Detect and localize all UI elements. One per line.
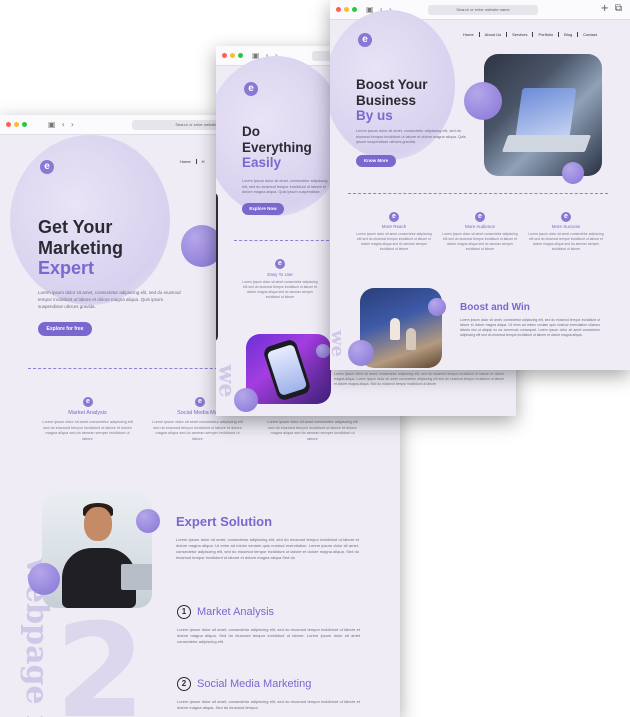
man-laptop-photo bbox=[42, 493, 152, 608]
hero-line1: Boost Your bbox=[356, 77, 428, 92]
photo-circle-top bbox=[136, 509, 160, 533]
window-controls[interactable] bbox=[222, 53, 243, 58]
more-reach-icon: e bbox=[389, 212, 399, 222]
hero-line2: Business bbox=[356, 92, 417, 108]
laptop-circle-left bbox=[464, 82, 502, 120]
new-tab-icon[interactable]: + bbox=[600, 3, 608, 14]
step-title-1: Market Analysis bbox=[197, 606, 275, 618]
more-success-icon: e bbox=[561, 212, 571, 222]
feature-text: Lorem ipsum dolor sit amet consectetur a… bbox=[242, 280, 318, 300]
easy-to-use-icon: e bbox=[275, 259, 285, 269]
page2-divider bbox=[234, 240, 329, 241]
feature-title: More Audience bbox=[464, 224, 496, 229]
hero-line1: Get Your bbox=[38, 217, 113, 237]
page3-lower-text: Lorem ipsum dolor sit amet, consectetur … bbox=[334, 372, 504, 387]
feature-title: More Reach bbox=[381, 224, 407, 229]
forward-icon[interactable]: › bbox=[71, 120, 74, 129]
explore-now-button[interactable]: Explore Now bbox=[242, 203, 284, 215]
page3-address-bar[interactable]: Search or enter website name bbox=[428, 5, 538, 15]
laptop-photo bbox=[484, 54, 602, 176]
step-number-2: 2 bbox=[177, 677, 191, 691]
social-media-icon: e bbox=[195, 397, 205, 407]
page3-watermark: we bbox=[330, 330, 348, 357]
feature-text: Lorem ipsum dolor sit amet consectetur a… bbox=[442, 232, 518, 252]
page3-nav-menu: Home About Us Services Portfolio Blog Co… bbox=[458, 32, 602, 37]
nav-about[interactable]: About Us bbox=[480, 32, 508, 37]
laptop-circle-bottom bbox=[562, 162, 584, 184]
hero-accent: Easily bbox=[242, 155, 282, 171]
window-controls[interactable] bbox=[336, 7, 357, 12]
page1-big-number: 2 bbox=[55, 595, 146, 717]
chess-circle-bottom bbox=[348, 340, 374, 366]
boost-win-text: Lorem ipsum dolor sit amet, consectetur … bbox=[460, 318, 600, 338]
page2-hero-heading: Do Everything Easily bbox=[242, 124, 312, 171]
hero-line1: Do bbox=[242, 124, 260, 139]
feature-title: Easy To Use bbox=[267, 272, 293, 277]
phone-circle-bottom bbox=[234, 388, 258, 412]
page3-hero-heading: Boost Your Business By us bbox=[356, 77, 428, 124]
hero-accent: Expert bbox=[38, 258, 95, 279]
feature-text: Lorem ipsum dolor sit amet consectetur a… bbox=[528, 232, 604, 252]
nav-item[interactable]: H bbox=[197, 159, 210, 164]
window-controls[interactable] bbox=[6, 122, 27, 127]
nav-services[interactable]: Services bbox=[507, 32, 534, 37]
nav-blog[interactable]: Blog bbox=[559, 32, 579, 37]
feature-text: Lorem ipsum dolor sit amet consectetur a… bbox=[356, 232, 432, 252]
page3-window-buttons: + ⧉ bbox=[600, 3, 622, 14]
explore-free-button[interactable]: Explore for free bbox=[38, 322, 92, 336]
back-icon[interactable]: ‹ bbox=[62, 120, 65, 129]
page2-dark-strip bbox=[216, 192, 218, 342]
phone-circle-top bbox=[316, 344, 330, 358]
page2-hero-intro: Lorem ipsum dolor sit amet, consectetur … bbox=[242, 179, 328, 195]
page1-hero-intro: Lorem ipsum dolor sit amet, consectetur … bbox=[38, 290, 181, 309]
page1-nav-icons[interactable]: ▣ ‹ › bbox=[48, 120, 74, 129]
tabs-icon[interactable]: ⧉ bbox=[615, 3, 622, 14]
sidebar-icon[interactable]: ▣ bbox=[48, 120, 56, 129]
chess-circle-top bbox=[428, 298, 446, 316]
page3-logo-icon: e bbox=[358, 33, 372, 47]
expert-solution-text: Lorem ipsum dolor sit amet, consectetur … bbox=[176, 537, 359, 560]
step-number-1: 1 bbox=[177, 605, 191, 619]
page3-hero-intro: Lorem ipsum dolor sit amet, consectetur … bbox=[356, 129, 466, 145]
feature-title: More Success bbox=[551, 224, 581, 229]
step-text-1: Lorem ipsum dolor sit amet, consectetur … bbox=[177, 627, 360, 644]
page2-logo-icon: e bbox=[244, 82, 258, 96]
nav-home[interactable]: Home bbox=[175, 159, 197, 164]
page1-logo-icon: e bbox=[40, 160, 54, 174]
page1-divider bbox=[28, 368, 238, 369]
feature-text: Lorem ipsum dolor sit amet consectetur a… bbox=[267, 420, 358, 442]
hero-line2: Everything bbox=[242, 139, 312, 155]
photo-circle-bottom bbox=[28, 563, 60, 595]
page3-window: ▣‹› Search or enter website name +⧉ e Ho… bbox=[330, 0, 630, 370]
expert-solution-title: Expert Solution bbox=[176, 514, 273, 529]
boost-win-title: Boost and Win bbox=[460, 302, 530, 313]
more-audience-icon: e bbox=[475, 212, 485, 222]
know-more-button[interactable]: Know More bbox=[356, 155, 396, 167]
hero-line2: Marketing bbox=[38, 237, 124, 258]
page3-divider bbox=[348, 193, 608, 194]
page1-nav-menu: Home H bbox=[175, 159, 210, 164]
market-analysis-icon: e bbox=[83, 397, 93, 407]
nav-contact[interactable]: Contact bbox=[578, 32, 602, 37]
step-text-2: Lorem ipsum dolor sit amet, consectetur … bbox=[177, 699, 360, 710]
page1-hero-heading: Get Your Marketing Expert bbox=[38, 217, 123, 279]
feature-text: Lorem ipsum dolor sit amet consectetur a… bbox=[42, 420, 133, 442]
nav-portfolio[interactable]: Portfolio bbox=[533, 32, 560, 37]
feature-title: Market Analysis bbox=[68, 410, 107, 416]
nav-home[interactable]: Home bbox=[458, 32, 480, 37]
feature-text: Lorem ipsum dolor sit amet consectetur a… bbox=[152, 420, 243, 442]
hero-accent: By us bbox=[356, 108, 393, 124]
step-title-2: Social Media Marketing bbox=[197, 678, 312, 690]
